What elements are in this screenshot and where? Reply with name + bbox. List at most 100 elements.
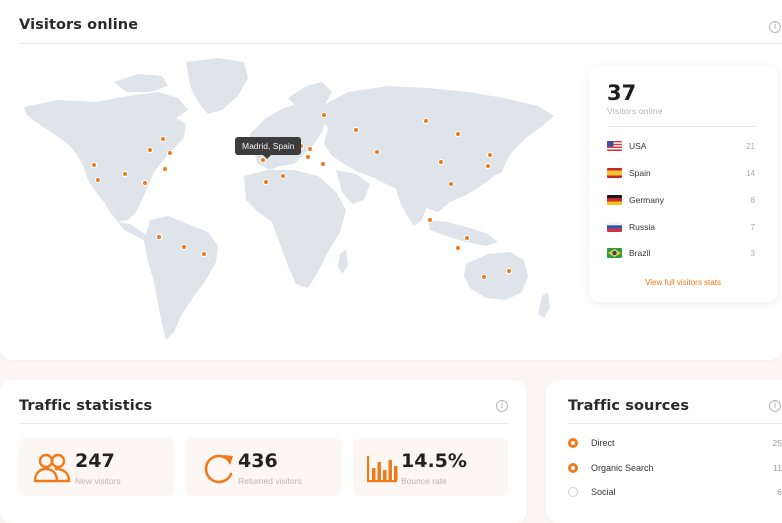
map-marker <box>121 170 129 178</box>
users-icon <box>33 453 71 483</box>
stat-returned-visitors: 436 Returned visitors <box>186 438 341 496</box>
title-divider <box>568 423 782 424</box>
country-name: Spain <box>629 168 651 178</box>
traffic-sources-title: Traffic sources <box>568 398 690 414</box>
map-marker <box>454 130 462 138</box>
country-count: 21 <box>746 141 755 151</box>
world-map[interactable] <box>18 52 560 342</box>
australia <box>464 252 528 300</box>
visitors-stats-panel: 37 Visitors online USA 21 Spain 14 Germa… <box>589 66 777 302</box>
country-row-germany[interactable]: Germany 8 <box>607 192 755 208</box>
map-marker <box>141 179 149 187</box>
map-marker <box>200 250 208 258</box>
bar-chart-icon <box>367 456 398 483</box>
source-name: Direct <box>591 438 615 448</box>
traffic-statistics-title: Traffic statistics <box>19 398 153 414</box>
country-name: Brazil <box>629 248 651 258</box>
germany-flag-icon <box>607 195 622 205</box>
map-marker <box>505 267 513 275</box>
country-name: USA <box>629 141 647 151</box>
title-divider <box>19 43 782 44</box>
spain-flag-icon <box>607 168 622 178</box>
map-marker <box>486 151 494 159</box>
source-toggle-on[interactable] <box>568 463 578 473</box>
map-marker <box>94 176 102 184</box>
map-marker <box>304 153 312 161</box>
traffic-sources-card: Traffic sources i Direct 25 Organic Sear… <box>546 380 782 523</box>
new-zealand <box>538 292 550 318</box>
title-divider <box>19 423 508 424</box>
country-count: 14 <box>746 168 755 178</box>
country-row-russia[interactable]: Russia 7 <box>607 219 755 235</box>
info-icon[interactable]: i <box>496 400 508 412</box>
map-tooltip: Madrid, Spain <box>235 137 302 159</box>
map-continents <box>24 58 554 340</box>
visitors-count: 37 <box>607 81 637 105</box>
map-marker <box>480 273 488 281</box>
arctic-islands <box>114 74 168 92</box>
usa-flag-icon <box>607 141 622 151</box>
map-marker <box>426 216 434 224</box>
source-row-direct[interactable]: Direct 25 <box>568 436 782 450</box>
source-toggle-off[interactable] <box>568 487 578 497</box>
map-marker <box>319 160 327 168</box>
info-icon[interactable]: i <box>769 400 781 412</box>
map-marker <box>484 162 492 170</box>
map-marker <box>161 165 169 173</box>
stat-value: 247 <box>75 450 115 472</box>
country-row-usa[interactable]: USA 21 <box>607 138 755 154</box>
brazil-flag-icon <box>607 248 622 258</box>
arabia <box>336 170 370 204</box>
panel-divider <box>607 126 757 127</box>
map-marker <box>159 135 167 143</box>
map-marker <box>463 234 471 242</box>
traffic-statistics-card: Traffic statistics i 247 New visitors 43… <box>0 380 527 523</box>
map-marker <box>166 149 174 157</box>
source-name: Organic Search <box>591 463 654 473</box>
country-count: 3 <box>750 248 755 258</box>
source-count: 6 <box>777 487 782 497</box>
north-america <box>24 92 188 222</box>
madagascar <box>338 250 348 274</box>
info-icon[interactable]: i <box>769 21 781 33</box>
map-marker <box>90 161 98 169</box>
source-count: 11 <box>773 463 782 473</box>
map-marker <box>146 146 154 154</box>
stat-label: New visitors <box>75 476 121 486</box>
russia-flag-icon <box>607 222 622 232</box>
source-toggle-on[interactable] <box>568 438 578 448</box>
country-row-spain[interactable]: Spain 14 <box>607 165 755 181</box>
stat-new-visitors: 247 New visitors <box>19 438 174 496</box>
source-row-organic-search[interactable]: Organic Search 11 <box>568 461 782 475</box>
stat-value: 14.5% <box>401 450 467 472</box>
map-marker <box>447 180 455 188</box>
map-marker <box>306 145 314 153</box>
visitors-count-label: Visitors online <box>607 106 663 116</box>
indonesia <box>428 220 498 246</box>
map-marker <box>262 178 270 186</box>
view-full-stats-link[interactable]: View full visitors stats <box>589 278 777 287</box>
stat-bounce-rate: 14.5% Bounce rate <box>353 438 508 496</box>
visitors-online-title: Visitors online <box>19 17 139 33</box>
country-count: 7 <box>750 222 755 232</box>
map-marker <box>373 148 381 156</box>
country-name: Germany <box>629 195 664 205</box>
map-marker <box>279 172 287 180</box>
map-marker <box>180 243 188 251</box>
map-marker <box>422 117 430 125</box>
map-marker <box>320 111 328 119</box>
greenland <box>186 58 248 114</box>
stat-value: 436 <box>238 450 278 472</box>
south-america <box>144 216 218 340</box>
map-marker <box>155 233 163 241</box>
source-count: 25 <box>772 438 782 448</box>
country-name: Russia <box>629 222 655 232</box>
country-row-brazil[interactable]: Brazil 3 <box>607 245 755 261</box>
source-name: Social <box>591 487 616 497</box>
africa <box>244 170 346 288</box>
map-marker <box>437 158 445 166</box>
refresh-icon <box>204 454 233 484</box>
stat-label: Returned visitors <box>238 476 302 486</box>
map-marker <box>454 244 462 252</box>
source-row-social[interactable]: Social 6 <box>568 485 782 499</box>
